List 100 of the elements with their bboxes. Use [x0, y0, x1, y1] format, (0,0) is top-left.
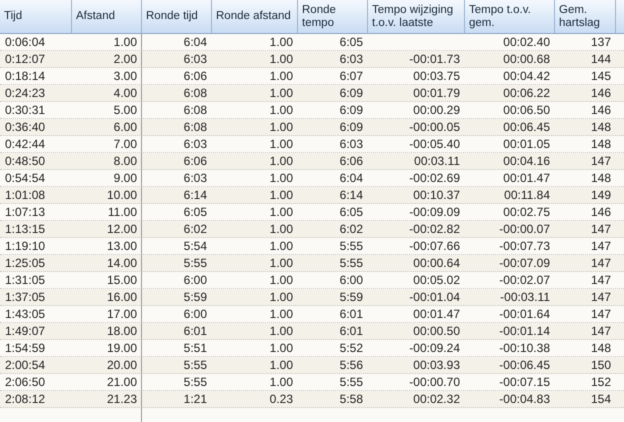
- table-cell: 00:06.45: [503, 120, 550, 134]
- table-cell: 147: [590, 324, 611, 338]
- table-cell: 0:48:50: [5, 154, 46, 168]
- table-cell: 147: [590, 307, 611, 321]
- table-cell: 0.23: [270, 392, 293, 406]
- table-cell: 13.00: [106, 239, 137, 253]
- table-cell: -00:07.09: [499, 256, 550, 270]
- table-cell: 00:00.64: [413, 256, 460, 270]
- table-cell: -00:02.69: [409, 171, 460, 185]
- table-cell: 1.00: [270, 341, 293, 355]
- column-header[interactable]: Tempo t.o.v. gem.: [465, 0, 555, 33]
- table-cell: 17.00: [106, 307, 137, 321]
- table-cell: 2:08:12: [5, 392, 46, 406]
- table-cell: 14.00: [106, 256, 137, 270]
- table-cell: 5:51: [184, 341, 207, 355]
- table-cell: 3.00: [114, 69, 137, 83]
- table-cell: 00:04.42: [503, 69, 550, 83]
- table-cell: 15.00: [106, 273, 137, 287]
- table-cell: -00:10.38: [499, 341, 550, 355]
- table-cell: 16.00: [106, 290, 137, 304]
- column-header[interactable]: Ronde tempo: [298, 0, 368, 33]
- table-cell: 10.00: [106, 188, 137, 202]
- table-cell: 00:00.50: [413, 324, 460, 338]
- column-header[interactable]: Tijd: [0, 0, 72, 33]
- table-cell: 1.00: [270, 239, 293, 253]
- table-cell: 1.00: [270, 256, 293, 270]
- table-cell: 1.00: [270, 35, 293, 49]
- column-header[interactable]: Ronde tijd: [142, 0, 212, 33]
- table-cell: 6:09: [340, 103, 363, 117]
- table-cell: 5:59: [340, 290, 363, 304]
- table-cell: 6:03: [184, 137, 207, 151]
- table-cell: 9.00: [114, 171, 137, 185]
- table-cell: -00:05.40: [409, 137, 460, 151]
- table-cell: 146: [590, 205, 611, 219]
- table-cell: 8.00: [114, 154, 137, 168]
- table-cell: 146: [590, 103, 611, 117]
- table-cell: 148: [590, 341, 611, 355]
- table-cell: 1.00: [270, 375, 293, 389]
- table-cell: 1.00: [270, 154, 293, 168]
- table-cell: 00:01.79: [413, 86, 460, 100]
- table-cell: 1.00: [270, 120, 293, 134]
- table-cell: 4.00: [114, 86, 137, 100]
- table-cell: 00:00.29: [413, 103, 460, 117]
- table-cell: 5.00: [114, 103, 137, 117]
- table-cell: 6:09: [340, 86, 363, 100]
- column-header[interactable]: Afstand: [72, 0, 142, 33]
- table-cell: 00:02.32: [413, 392, 460, 406]
- table-cell: 6:05: [340, 35, 363, 49]
- table-cell: 5:56: [340, 358, 363, 372]
- table-cell: 1.00: [270, 358, 293, 372]
- table-cell: 6:14: [340, 188, 363, 202]
- table-cell: 1.00: [270, 171, 293, 185]
- table-cell: 1:21: [184, 392, 207, 406]
- table-cell: -00:09.09: [409, 205, 460, 219]
- table-cell: 19.00: [106, 341, 137, 355]
- table-cell: 00:03.11: [414, 154, 460, 168]
- table-cell: 6:14: [184, 188, 207, 202]
- table-cell: 00:01.05: [503, 137, 550, 151]
- table-cell: 2.00: [114, 52, 137, 66]
- table-cell: 5:59: [184, 290, 207, 304]
- table-cell: 6.00: [114, 120, 137, 134]
- table-cell: 6:01: [340, 324, 363, 338]
- table-cell: 147: [590, 256, 611, 270]
- table-cell: 1.00: [270, 188, 293, 202]
- table-cell: 147: [590, 154, 611, 168]
- table-cell: 6:03: [340, 52, 363, 66]
- table-cell: 137: [590, 35, 611, 49]
- table-cell: 18.00: [106, 324, 137, 338]
- table-cell: 6:05: [184, 205, 207, 219]
- table-cell: -00:03.11: [500, 290, 550, 304]
- column-header[interactable]: Gem. hartslag: [555, 0, 616, 33]
- table-cell: 1.00: [270, 52, 293, 66]
- table-cell: 5:55: [184, 375, 207, 389]
- table-cell: 5:55: [184, 256, 207, 270]
- table-cell: 1:07:13: [5, 205, 46, 219]
- table-cell: 1:13:15: [5, 222, 46, 236]
- table-cell: 21.00: [106, 375, 137, 389]
- table-cell: 6:08: [184, 120, 207, 134]
- table-cell: 00:03.93: [413, 358, 460, 372]
- table-cell: 0:06:04: [5, 35, 46, 49]
- table-cell: 6:02: [340, 222, 363, 236]
- table-cell: 0:24:23: [5, 86, 46, 100]
- table-cell: 6:07: [340, 69, 363, 83]
- table-cell: 1.00: [270, 324, 293, 338]
- table-cell: 0:36:40: [5, 120, 46, 134]
- table-cell: 7.00: [114, 137, 137, 151]
- table-cell: -00:02.07: [499, 273, 550, 287]
- column-header[interactable]: Ronde afstand: [212, 0, 298, 33]
- table-cell: 0:18:14: [5, 69, 46, 83]
- table-cell: 1.00: [270, 86, 293, 100]
- table-cell: 149: [590, 188, 611, 202]
- table-cell: -00:07.73: [499, 239, 550, 253]
- column-header[interactable]: Tempo wijziging t.o.v. laatste: [368, 0, 465, 33]
- table-cell: -00:01.04: [409, 290, 460, 304]
- table-cell: -00:06.45: [499, 358, 550, 372]
- table-cell: 1:01:08: [5, 188, 46, 202]
- table-cell: 1:54:59: [5, 341, 46, 355]
- table-cell: 0:30:31: [5, 103, 46, 117]
- table-cell: 5:52: [340, 341, 363, 355]
- table-cell: 6:06: [340, 154, 363, 168]
